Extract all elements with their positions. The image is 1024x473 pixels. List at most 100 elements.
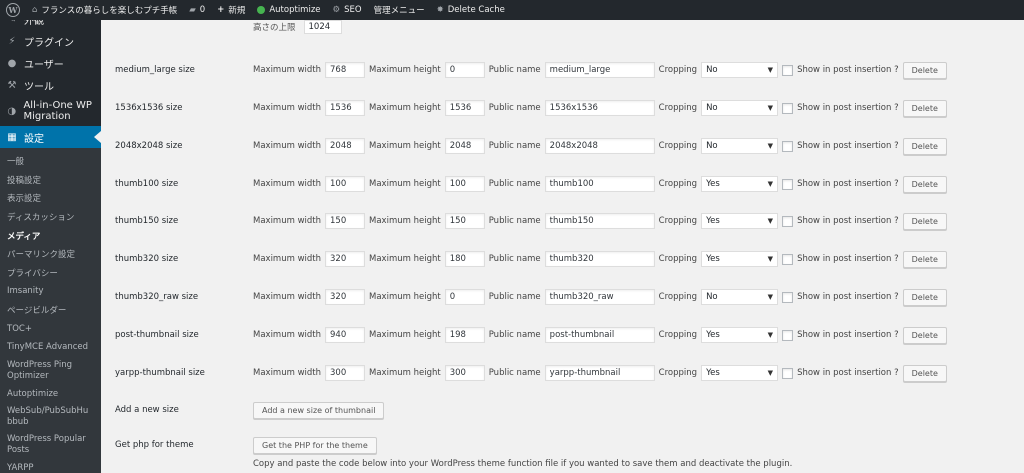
- menu-users[interactable]: ● ユーザー: [0, 52, 101, 74]
- max-height-input[interactable]: 150: [444, 213, 485, 229]
- cropping-select[interactable]: Yes ▼: [701, 365, 779, 381]
- submenu-discussion[interactable]: ディスカッション: [0, 208, 101, 227]
- menu-appearance[interactable]: ✎ 外観: [0, 20, 101, 30]
- autoptimize-label: Autoptimize: [269, 5, 321, 15]
- menu-tools[interactable]: ⚒ ツール: [0, 74, 101, 96]
- show-in-post-checkbox[interactable]: [782, 367, 794, 379]
- public-name-input[interactable]: post-thumbnail: [544, 327, 655, 343]
- public-name-input[interactable]: yarpp-thumbnail: [544, 365, 655, 381]
- delete-size-button[interactable]: Delete: [902, 326, 947, 344]
- max-height-top-input[interactable]: 1024: [303, 20, 342, 34]
- menu-aio-migration[interactable]: ◑ All-in-One WP Migration: [0, 96, 101, 126]
- public-name-input[interactable]: medium_large: [544, 62, 655, 78]
- public-name-input[interactable]: 2048x2048: [544, 138, 655, 154]
- delete-size-button[interactable]: Delete: [902, 61, 947, 79]
- max-height-input[interactable]: 0: [444, 289, 485, 305]
- max-width-input[interactable]: 300: [325, 365, 366, 381]
- delete-size-button[interactable]: Delete: [902, 364, 947, 382]
- submenu-permalinks[interactable]: パーマリンク設定: [0, 245, 101, 264]
- cropping-select[interactable]: Yes ▼: [701, 176, 779, 192]
- site-name-menu[interactable]: ⌂ フランスの暮らしを楽しむプチ手帳: [26, 0, 183, 20]
- max-height-input[interactable]: 0: [444, 62, 485, 78]
- show-in-post-checkbox[interactable]: [782, 102, 794, 114]
- max-width-input[interactable]: 2048: [325, 138, 366, 154]
- cropping-select[interactable]: Yes ▼: [701, 213, 779, 229]
- public-name-input[interactable]: thumb150: [544, 213, 655, 229]
- submenu-privacy[interactable]: プライバシー: [0, 264, 101, 283]
- show-in-post-label: Show in post insertion ?: [797, 254, 899, 264]
- submenu-page-builder[interactable]: ページビルダー: [0, 301, 101, 320]
- delete-size-button[interactable]: Delete: [902, 212, 947, 230]
- menu-plugins[interactable]: ⚡ プラグイン: [0, 30, 101, 52]
- max-height-input[interactable]: 1536: [444, 100, 485, 116]
- submenu-ping-optimizer[interactable]: WordPress Ping Optimizer: [0, 357, 101, 385]
- seo-menu[interactable]: ⚙ SEO: [327, 0, 368, 20]
- max-width-input[interactable]: 940: [325, 327, 366, 343]
- media-settings-main: 高さの上限 1024 medium_large size Maximum widt…: [101, 20, 1024, 473]
- comments-menu[interactable]: ▰ 0: [183, 0, 211, 20]
- show-in-post-checkbox[interactable]: [782, 178, 794, 190]
- max-height-input[interactable]: 198: [444, 327, 485, 343]
- public-name-input[interactable]: 1536x1536: [544, 100, 655, 116]
- image-size-row: yarpp-thumbnail size Maximum width 300 Maxi…: [115, 364, 947, 382]
- max-width-input[interactable]: 1536: [325, 100, 366, 116]
- max-width-input[interactable]: 320: [325, 251, 366, 267]
- new-content-menu[interactable]: + 新規: [211, 0, 251, 20]
- cropping-select[interactable]: No ▼: [701, 289, 779, 305]
- max-width-input[interactable]: 150: [325, 213, 366, 229]
- cropping-value: Yes: [706, 368, 720, 378]
- show-in-post-label: Show in post insertion ?: [797, 179, 899, 189]
- submenu-yarpp[interactable]: YARPP: [0, 459, 101, 473]
- public-name-input[interactable]: thumb100: [544, 176, 655, 192]
- max-width-input[interactable]: 768: [325, 62, 366, 78]
- max-width-input[interactable]: 100: [325, 176, 366, 192]
- admin-menu-link[interactable]: 管理メニュー: [368, 0, 431, 20]
- add-new-size-button[interactable]: Add a new size of thumbnail: [253, 401, 385, 419]
- submenu-writing[interactable]: 投稿設定: [0, 171, 101, 190]
- cropping-select[interactable]: No ▼: [701, 100, 779, 116]
- max-width-label: Maximum width: [253, 368, 322, 378]
- show-in-post-checkbox[interactable]: [782, 253, 794, 265]
- delete-size-button[interactable]: Delete: [902, 137, 947, 155]
- max-height-input[interactable]: 180: [444, 251, 485, 267]
- show-in-post-checkbox[interactable]: [782, 64, 794, 76]
- show-in-post-checkbox[interactable]: [782, 215, 794, 227]
- submenu-reading[interactable]: 表示設定: [0, 189, 101, 208]
- cropping-select[interactable]: Yes ▼: [701, 251, 779, 267]
- show-in-post-checkbox[interactable]: [782, 329, 794, 341]
- max-width-label: Maximum width: [253, 254, 322, 264]
- submenu-tinymce[interactable]: TinyMCE Advanced: [0, 338, 101, 357]
- max-height-input[interactable]: 2048: [444, 138, 485, 154]
- submenu-media[interactable]: メディア: [0, 226, 101, 245]
- show-in-post-checkbox[interactable]: [782, 291, 794, 303]
- dropdown-arrow-icon: ▼: [767, 142, 774, 150]
- wp-logo-menu[interactable]: W: [0, 0, 26, 20]
- delete-size-button[interactable]: Delete: [902, 250, 947, 268]
- size-name: thumb320_raw size: [115, 292, 199, 302]
- submenu-general[interactable]: 一般: [0, 152, 101, 171]
- get-php-button[interactable]: Get the PHP for the theme: [253, 436, 377, 454]
- delete-cache-menu[interactable]: ✸ Delete Cache: [431, 0, 511, 20]
- show-in-post-checkbox[interactable]: [782, 140, 794, 152]
- delete-size-button[interactable]: Delete: [902, 175, 947, 193]
- cropping-select[interactable]: Yes ▼: [701, 327, 779, 343]
- cropping-select[interactable]: No ▼: [701, 62, 779, 78]
- submenu-imsanity[interactable]: Imsanity: [0, 282, 101, 301]
- delete-size-button[interactable]: Delete: [902, 288, 947, 306]
- image-size-row: post-thumbnail size Maximum width 940 Maxim…: [115, 326, 947, 344]
- public-name-input[interactable]: thumb320: [544, 251, 655, 267]
- submenu-autoptimize[interactable]: Autoptimize: [0, 385, 101, 404]
- autoptimize-menu[interactable]: Autoptimize: [251, 0, 326, 20]
- menu-settings[interactable]: ▦ 設定: [0, 126, 101, 148]
- cropping-label: Cropping: [658, 254, 698, 264]
- submenu-popular-posts[interactable]: WordPress Popular Posts: [0, 431, 101, 459]
- delete-size-button[interactable]: Delete: [902, 99, 947, 117]
- submenu-websub[interactable]: WebSub/PubSubHubbub: [0, 403, 96, 431]
- max-height-label: Maximum height: [369, 330, 441, 340]
- submenu-toc[interactable]: TOC+: [0, 319, 101, 338]
- max-width-input[interactable]: 320: [325, 289, 366, 305]
- max-height-input[interactable]: 300: [444, 365, 485, 381]
- cropping-select[interactable]: No ▼: [701, 138, 779, 154]
- public-name-input[interactable]: thumb320_raw: [544, 289, 655, 305]
- max-height-input[interactable]: 100: [444, 176, 485, 192]
